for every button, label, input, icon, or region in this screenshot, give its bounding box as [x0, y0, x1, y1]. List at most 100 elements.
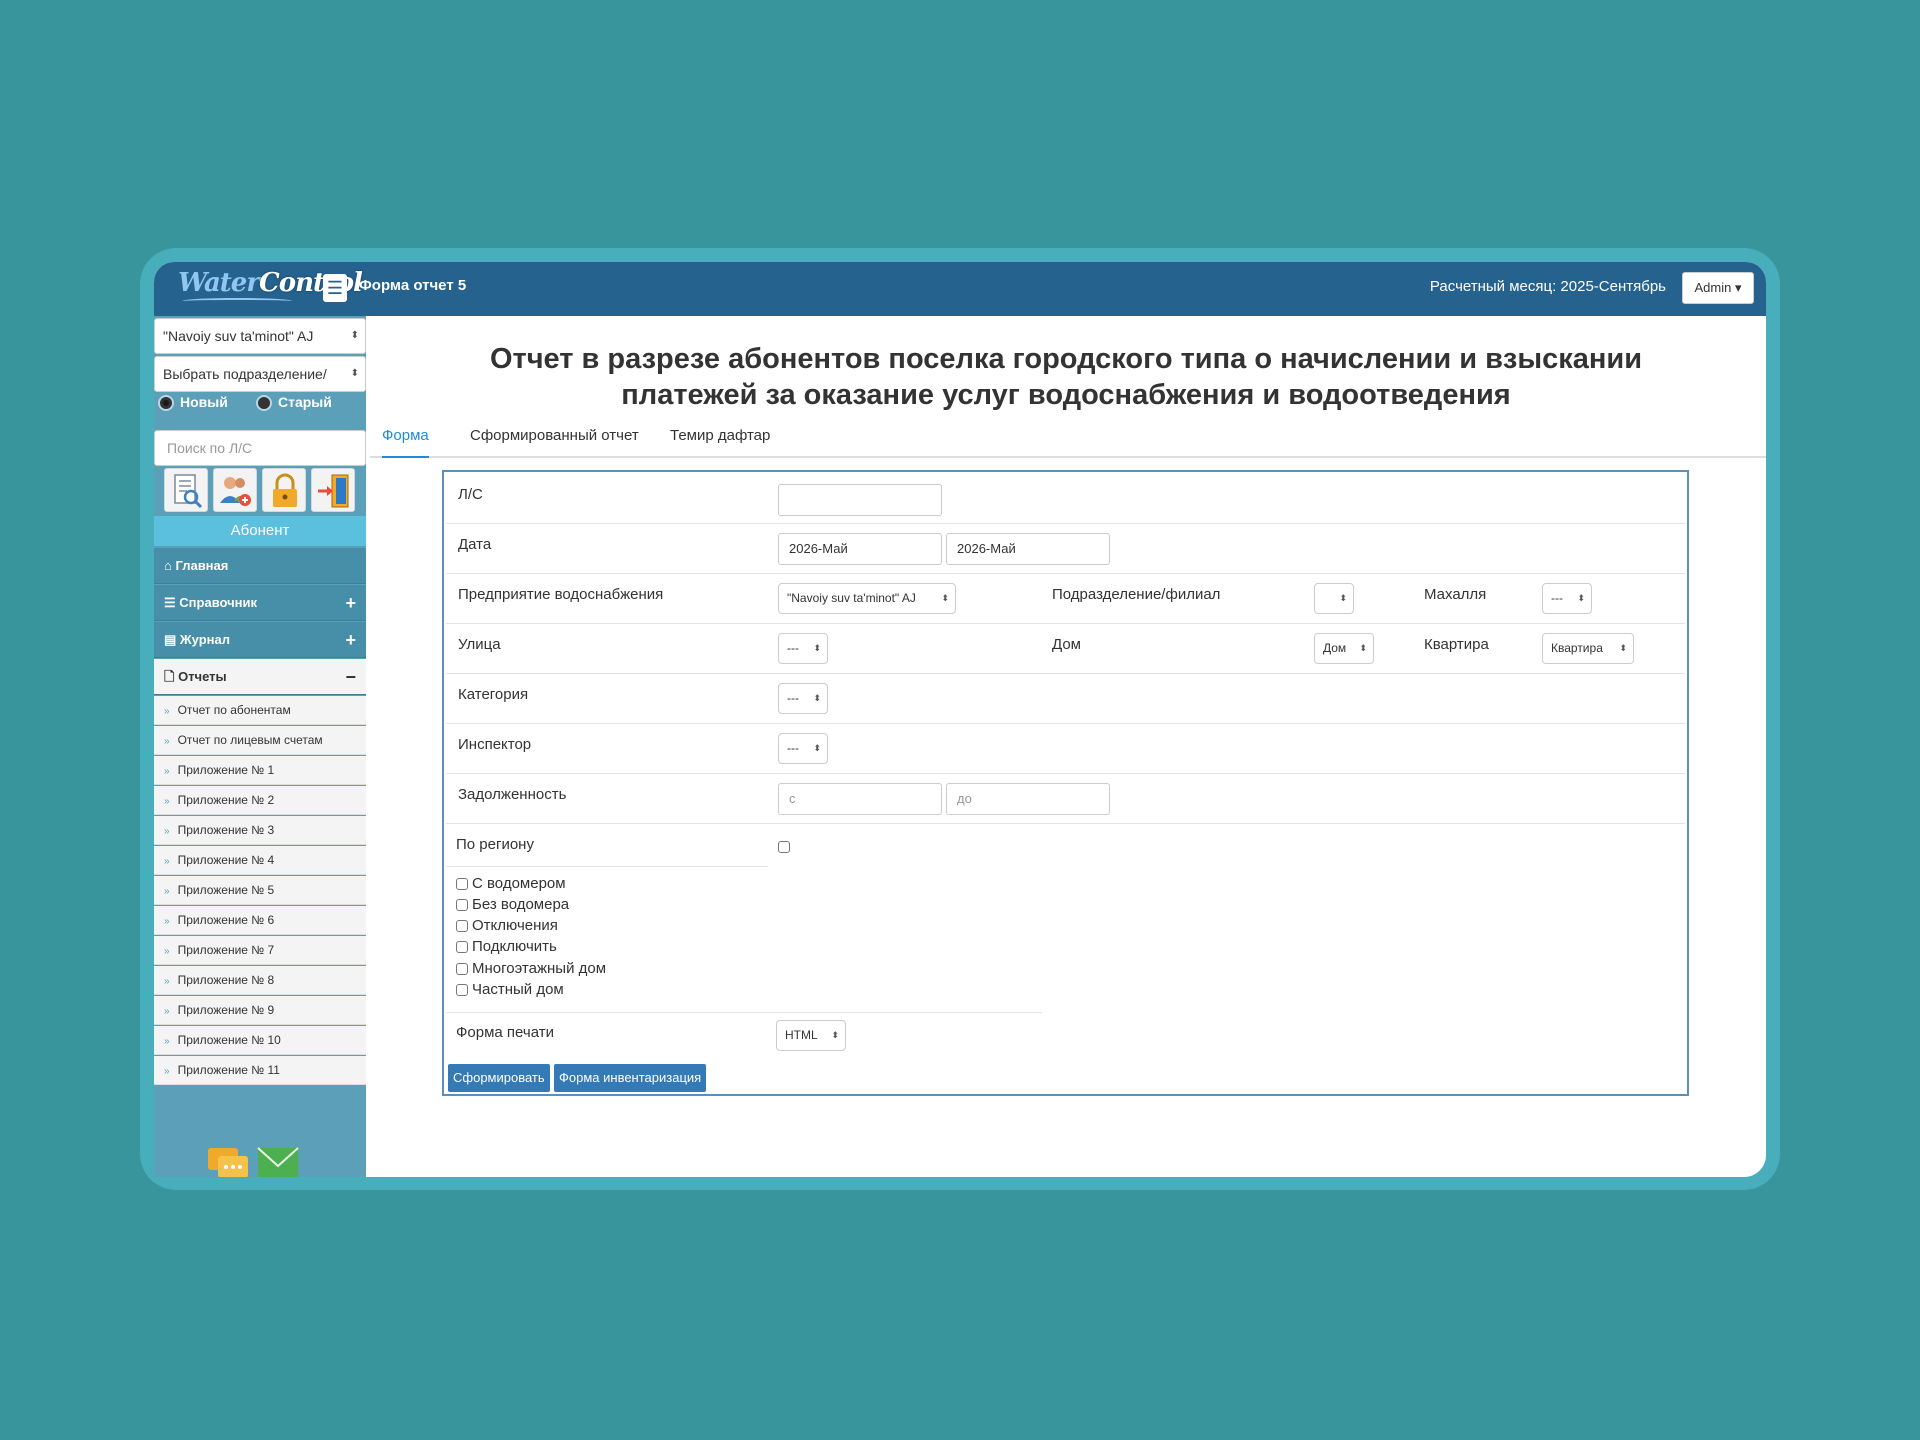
enterprise-dropdown[interactable]: "Navoiy suv ta'minot" AJ ⬍ [778, 583, 956, 614]
select-arrows-icon: ⬍ [941, 593, 949, 603]
checkbox-box[interactable] [456, 963, 468, 976]
sidebar-subitem[interactable]: » Приложение № 8 [154, 966, 366, 995]
sidebar-subitem[interactable]: » Приложение № 3 [154, 816, 366, 845]
admin-dropdown-button[interactable]: Admin ▾ [1682, 272, 1754, 304]
sidebar-subitem[interactable]: » Приложение № 6 [154, 906, 366, 935]
report-form: Л/С Дата 2026-Май 2026-Май Предприятие в… [442, 470, 1689, 1096]
main-content: Отчет в разрезе абонентов поселка городс… [366, 316, 1766, 1177]
tab-generated-report[interactable]: Сформированный отчет [470, 422, 639, 458]
add-user-icon[interactable] [213, 468, 257, 512]
sidebar-item-reference[interactable]: ☰ Справочник + [154, 585, 366, 621]
checkbox-box[interactable] [456, 878, 468, 891]
collapse-minus-icon[interactable]: − [345, 659, 356, 695]
form-row-category: Категория --- ⬍ [446, 674, 1685, 724]
apartment-dropdown[interactable]: Квартира ⬍ [1542, 633, 1634, 664]
tab-temir-daftar[interactable]: Темир дафтар [670, 422, 770, 458]
house-dropdown[interactable]: Дом ⬍ [1314, 633, 1374, 664]
bullet-icon: » [164, 1036, 170, 1047]
sidebar-subitem[interactable]: » Приложение № 1 [154, 756, 366, 785]
account-search-input[interactable]: Поиск по Л/С [154, 430, 366, 466]
search-document-icon[interactable] [164, 468, 208, 512]
sidebar-subitem[interactable]: » Приложение № 2 [154, 786, 366, 815]
abonent-button[interactable]: Абонент [154, 516, 366, 546]
print-form-dropdown[interactable]: HTML ⬍ [776, 1020, 846, 1051]
bullet-icon: » [164, 856, 170, 867]
bullet-icon: » [164, 946, 170, 957]
street-dropdown[interactable]: --- ⬍ [778, 633, 828, 664]
category-dropdown[interactable]: --- ⬍ [778, 683, 828, 714]
sidebar-item-home[interactable]: ⌂ Главная [154, 548, 366, 584]
enterprise-select[interactable]: "Navoiy suv ta'minot" AJ ⬍ [154, 318, 366, 354]
mahalla-dropdown[interactable]: --- ⬍ [1542, 583, 1592, 614]
sidebar-item-journal[interactable]: ▤ Журнал + [154, 622, 366, 658]
date-from-input[interactable]: 2026-Май [778, 533, 942, 565]
checkbox-box[interactable] [456, 941, 468, 954]
checkbox-connect[interactable]: Подключить [456, 938, 557, 955]
table-icon: ▤ [164, 632, 177, 647]
enterprise-label: Предприятие водоснабжения [458, 586, 664, 603]
caret-down-icon: ▾ [1734, 280, 1742, 295]
mail-icon[interactable] [256, 1146, 300, 1177]
debt-to-input[interactable]: до [946, 783, 1110, 815]
sidebar-subitem[interactable]: » Приложение № 7 [154, 936, 366, 965]
sidebar-subitem[interactable]: » Приложение № 11 [154, 1056, 366, 1085]
tab-form[interactable]: Форма [382, 422, 429, 458]
division-dropdown[interactable]: ⬍ [1314, 583, 1354, 614]
lock-icon[interactable] [262, 468, 306, 512]
sidebar-subitem[interactable]: » Отчет по абонентам [154, 696, 366, 725]
bullet-icon: » [164, 1066, 170, 1077]
radio-new-circle[interactable] [158, 395, 174, 412]
bullet-icon: » [164, 706, 170, 717]
ls-label: Л/С [458, 486, 483, 503]
checkbox-divider [446, 1012, 1042, 1013]
sidebar-subitem[interactable]: » Отчет по лицевым счетам [154, 726, 366, 755]
sidebar-item-reports[interactable]: 🗋 Отчеты − [154, 659, 366, 695]
hamburger-menu-icon[interactable]: ☰ [323, 274, 347, 302]
region-label: По региону [456, 836, 534, 853]
logo-swoosh [182, 298, 292, 304]
inspector-dropdown[interactable]: --- ⬍ [778, 733, 828, 764]
form-row-date: Дата 2026-Май 2026-Май [446, 524, 1685, 574]
checkbox-private-house[interactable]: Частный дом [456, 981, 564, 998]
checkbox-without-meter[interactable]: Без водомера [456, 896, 569, 913]
report-heading: Отчет в разрезе абонентов поселка городс… [489, 343, 1643, 411]
select-arrows-icon: ⬍ [1619, 643, 1627, 653]
checkbox-apartment-building[interactable]: Многоэтажный дом [456, 960, 606, 977]
sidebar-subitem[interactable]: » Приложение № 9 [154, 996, 366, 1025]
tab-bar: Форма Сформированный отчет Темир дафтар [370, 422, 1766, 458]
expand-plus-icon[interactable]: + [345, 622, 356, 658]
generate-button[interactable]: Сформировать [448, 1064, 550, 1092]
checkbox-disconnections[interactable]: Отключения [456, 917, 558, 934]
division-select[interactable]: Выбрать подразделение/ ⬍ [154, 356, 366, 392]
date-to-input[interactable]: 2026-Май [946, 533, 1110, 565]
top-navbar: WaterControl ☰ Форма отчет 5 Расчетный м… [154, 262, 1766, 316]
debt-from-input[interactable]: с [778, 783, 942, 815]
logout-door-icon[interactable] [311, 468, 355, 512]
radio-old[interactable]: Старый [256, 394, 332, 412]
radio-new[interactable]: Новый [158, 394, 228, 412]
ls-input[interactable] [778, 484, 942, 516]
bullet-icon: » [164, 766, 170, 777]
sidebar-subitem[interactable]: » Приложение № 4 [154, 846, 366, 875]
select-arrows-icon: ⬍ [350, 330, 359, 341]
page-title: Форма отчет 5 [359, 277, 467, 294]
select-arrows-icon: ⬍ [813, 743, 821, 753]
sidebar-subitem[interactable]: » Приложение № 5 [154, 876, 366, 905]
select-arrows-icon: ⬍ [831, 1030, 839, 1040]
app-window: WaterControl ☰ Форма отчет 5 Расчетный м… [154, 262, 1766, 1177]
inventory-form-button[interactable]: Форма инвентаризация [554, 1064, 707, 1092]
sidebar: "Navoiy suv ta'minot" AJ ⬍ Выбрать подра… [154, 316, 366, 1177]
select-arrows-icon: ⬍ [1339, 593, 1347, 603]
form-row-ls: Л/С [446, 472, 1685, 524]
chat-icon[interactable] [206, 1146, 250, 1177]
checkbox-box[interactable] [456, 920, 468, 933]
checkbox-box[interactable] [456, 984, 468, 997]
expand-plus-icon[interactable]: + [345, 585, 356, 621]
checkbox-with-meter[interactable]: С водомером [456, 875, 566, 892]
checkbox-box[interactable] [456, 899, 468, 912]
division-label: Подразделение/филиал [1052, 586, 1221, 603]
sidebar-subitem[interactable]: » Приложение № 10 [154, 1026, 366, 1055]
region-checkbox[interactable] [778, 841, 790, 853]
radio-old-circle[interactable] [256, 395, 272, 412]
inspector-label: Инспектор [458, 736, 532, 753]
